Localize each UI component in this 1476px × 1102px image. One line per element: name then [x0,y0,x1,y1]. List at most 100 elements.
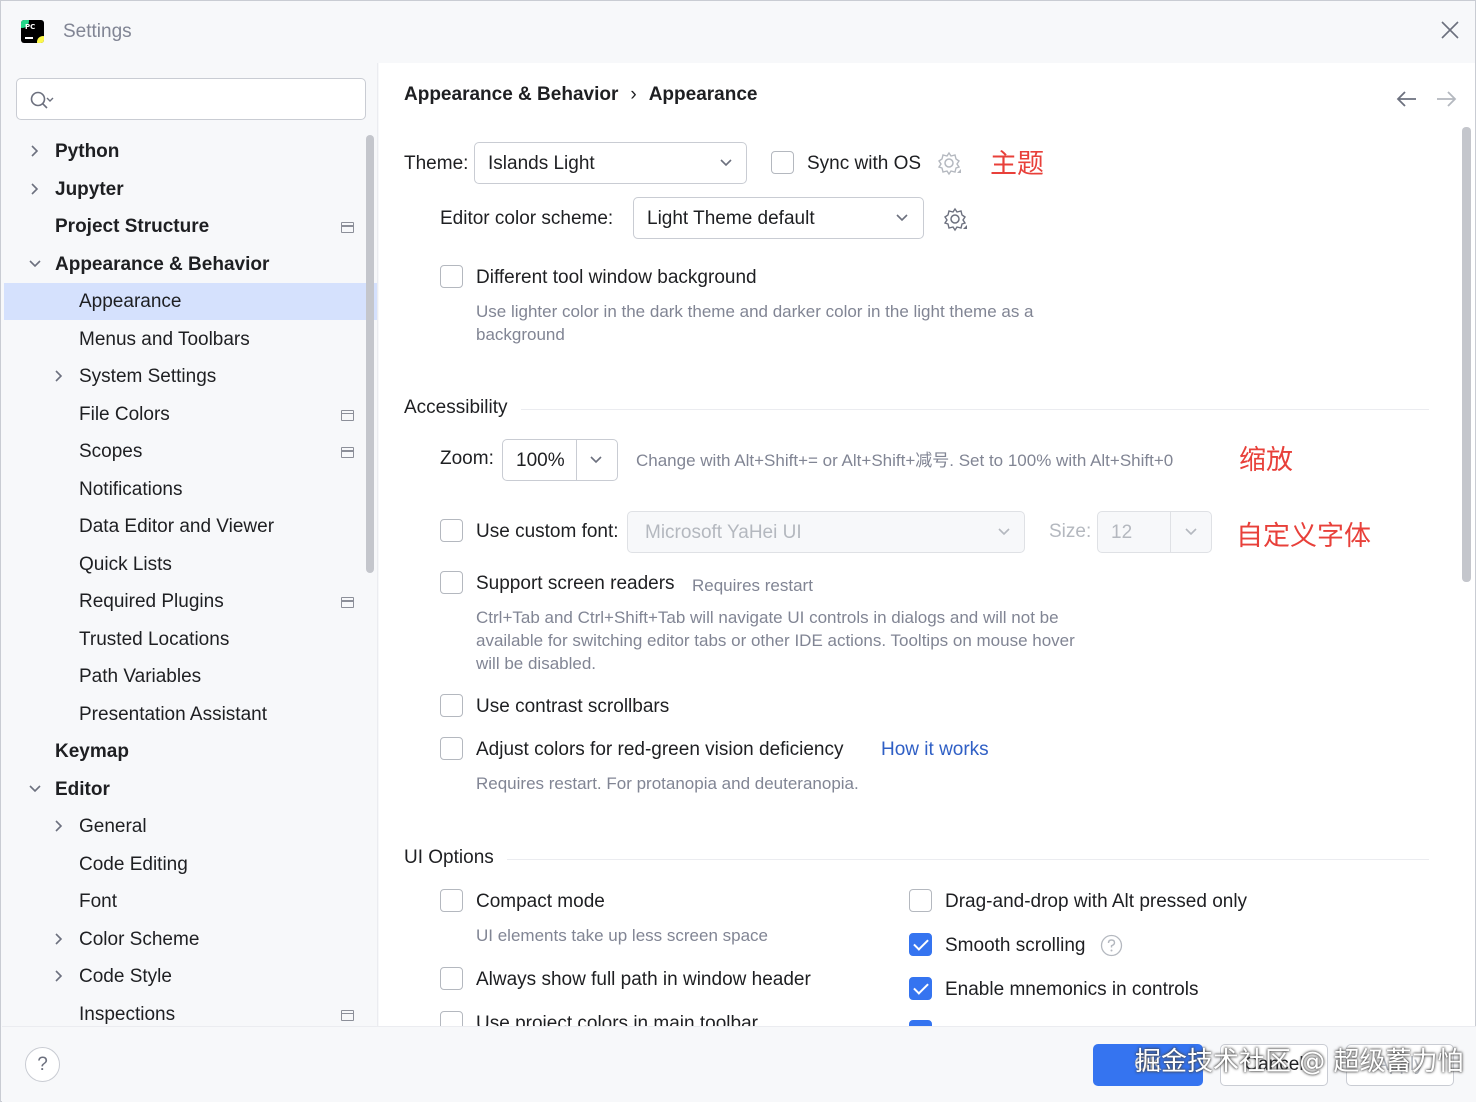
scheme-settings-gear-icon[interactable] [943,207,969,233]
full-path-label: Always show full path in window header [476,969,811,990]
sync-with-os-label: Sync with OS [807,153,922,174]
sidebar-item-label: Notifications [79,478,183,500]
sidebar-item-label: Keymap [55,741,129,762]
sidebar-item-label: Project Structure [55,216,210,237]
zoom-hint: Change with Alt+Shift+= or Alt+Shift+减号.… [636,451,1174,470]
compact-mode-checkbox[interactable] [440,889,463,912]
project-scope-icon [341,1009,354,1021]
close-icon[interactable] [1439,19,1461,41]
sidebar-item[interactable]: Code Editing [4,846,377,883]
settings-sidebar: Python Jupyter Project Structure Appearance… [2,63,378,1026]
color-deficiency-hint: Requires restart. For protanopia and deu… [476,774,859,793]
window-title: Settings [63,21,132,42]
chevron-down-icon[interactable] [28,257,42,271]
contrast-scrollbars-checkbox[interactable] [440,694,463,717]
sidebar-item[interactable]: Color Scheme [4,921,377,958]
sidebar-item-label: Font [79,891,118,912]
chevron-right-icon[interactable] [52,819,66,833]
project-scope-icon [341,409,354,421]
chevron-down-icon[interactable] [1184,527,1198,537]
drag-drop-alt-checkbox[interactable] [909,889,932,912]
smooth-scrolling-label: Smooth scrolling [945,935,1086,956]
sidebar-item[interactable]: Notifications [4,471,377,508]
screen-readers-checkbox[interactable] [440,571,463,594]
size-combo-split [1170,512,1171,552]
sync-settings-gear-icon[interactable] [937,151,963,177]
forward-arrow-icon[interactable] [1434,89,1458,109]
sidebar-item[interactable]: Trusted Locations [4,621,377,658]
ui-options-divider [507,859,1429,860]
sidebar-item[interactable]: Quick Lists [4,546,377,583]
chevron-right-icon[interactable] [52,969,66,983]
chevron-down-icon [896,214,908,222]
chevron-down-icon[interactable] [589,455,603,465]
chevron-right-icon[interactable] [52,369,66,383]
mnemonics-checkbox[interactable] [909,977,932,1000]
sidebar-item-label: Presentation Assistant [79,703,267,725]
sidebar-item[interactable]: Python [4,133,377,170]
editor-color-scheme-label: Editor color scheme: [440,208,614,229]
custom-font-checkbox[interactable] [440,519,463,542]
custom-font-value: Microsoft YaHei UI [645,522,802,543]
sidebar-item-label: Quick Lists [79,553,172,575]
sidebar-scrollbar[interactable] [366,135,374,573]
sidebar-item[interactable]: Presentation Assistant [4,696,377,733]
sidebar-item[interactable]: Keymap [4,733,377,770]
tool-window-bg-hint-line2: background [476,325,565,344]
sidebar-item[interactable]: Path Variables [4,658,377,695]
zoom-value: 100% [516,450,565,471]
sidebar-item-label: System Settings [79,366,217,387]
sidebar-item-label: Color Scheme [79,928,200,950]
title-bar: PC Settings [1,1,1475,63]
sidebar-item[interactable]: Required Plugins [4,583,377,620]
custom-font-dropdown[interactable]: Microsoft YaHei UI [627,511,1025,553]
theme-annotation: 主题 [990,149,1044,180]
theme-dropdown[interactable]: Islands Light [474,142,747,184]
sidebar-item[interactable]: Code Style [4,958,377,995]
back-arrow-icon[interactable] [1395,89,1419,109]
screen-readers-hint-line2: available for switching editor tabs or o… [476,631,1075,650]
chevron-right-icon[interactable] [52,932,66,946]
font-size-combobox[interactable]: 12 [1097,511,1212,553]
sidebar-item[interactable]: Font [4,883,377,920]
zoom-combobox[interactable]: 100% [502,439,618,481]
project-colors-checkbox[interactable] [440,1011,463,1026]
screen-readers-label: Support screen readers [476,573,675,594]
how-it-works-link[interactable]: How it works [881,739,989,761]
sidebar-item[interactable]: Project Structure [4,208,377,245]
sidebar-item[interactable]: Data Editor and Viewer [4,508,377,545]
chevron-right-icon[interactable] [28,182,42,196]
chevron-down-icon[interactable] [28,782,42,796]
sidebar-item[interactable]: Inspections [4,996,377,1027]
help-button[interactable]: ? [25,1047,60,1082]
color-deficiency-checkbox[interactable] [440,737,463,760]
sidebar-item[interactable]: Editor [4,771,377,808]
accessibility-divider [521,409,1429,410]
settings-search-input[interactable] [16,78,366,120]
sidebar-item[interactable]: Menus and Toolbars [4,321,377,358]
tool-window-bg-hint-line1: Use lighter color in the dark theme and … [476,302,1034,321]
sidebar-item[interactable]: Appearance & Behavior [4,246,377,283]
chevron-right-icon[interactable] [28,144,42,158]
sidebar-item[interactable]: Scopes [4,433,377,470]
sidebar-item[interactable]: Jupyter [4,171,377,208]
sidebar-item-label: Appearance & Behavior [55,253,270,275]
font-size-value: 12 [1111,522,1133,543]
help-circle-icon[interactable] [1100,934,1123,957]
main-scrollbar[interactable] [1462,127,1471,582]
tool-window-bg-checkbox[interactable] [440,265,463,288]
compact-mode-label: Compact mode [476,891,605,912]
sidebar-item[interactable]: File Colors [4,396,377,433]
editor-color-scheme-dropdown[interactable]: Light Theme default [633,197,924,239]
sync-with-os-checkbox[interactable] [771,151,794,174]
sidebar-item-label: Path Variables [79,666,202,687]
full-path-checkbox[interactable] [440,967,463,990]
breadcrumb-parent[interactable]: Appearance & Behavior [404,84,618,106]
sidebar-item-label: Python [55,141,120,162]
contrast-scrollbars-label: Use contrast scrollbars [476,696,670,717]
smooth-scrolling-checkbox[interactable] [909,933,932,956]
sidebar-item[interactable]: System Settings [4,358,377,395]
sidebar-item[interactable]: Appearance [4,283,377,320]
theme-value: Islands Light [488,153,595,174]
sidebar-item[interactable]: General [4,808,377,845]
